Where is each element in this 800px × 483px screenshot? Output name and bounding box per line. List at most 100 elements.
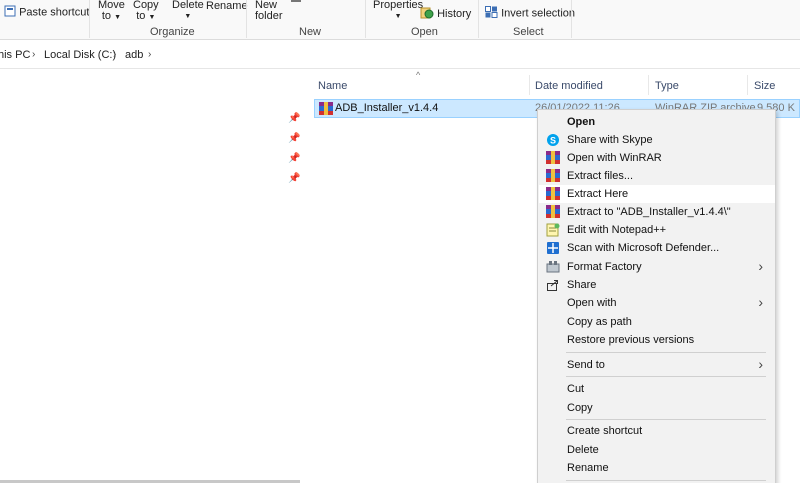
chevron-right-icon[interactable]: › — [32, 49, 35, 60]
menu-item-format-factory[interactable]: Format Factory › — [539, 258, 775, 276]
move-to-button[interactable]: Move to ▼ — [98, 0, 125, 23]
menu-item-label: Share with Skype — [567, 134, 653, 146]
delete-button[interactable]: Delete ▼ — [172, 0, 204, 22]
paste-shortcut-label: Paste shortcut — [19, 6, 90, 19]
breadcrumb-this-pc[interactable]: his PC — [0, 49, 30, 61]
winrar-icon — [546, 187, 560, 201]
menu-item-label: Extract files... — [567, 170, 634, 182]
rename-button[interactable]: Rename — [206, 0, 248, 12]
column-header-name[interactable]: Name — [318, 80, 347, 92]
menu-item-open-with-winrar[interactable]: Open with WinRAR — [539, 149, 775, 167]
menu-item-label: Edit with Notepad++ — [567, 224, 667, 236]
move-to-label-line2: to — [101, 10, 112, 22]
menu-item-label: Copy — [567, 402, 593, 414]
address-divider — [0, 68, 800, 69]
menu-separator — [566, 376, 766, 377]
menu-item-open[interactable]: Open — [539, 113, 775, 131]
column-divider[interactable] — [648, 75, 649, 95]
pin-icon[interactable]: 📌 — [288, 133, 300, 144]
chevron-right-icon: › — [758, 258, 763, 274]
column-divider[interactable] — [747, 75, 748, 95]
menu-separator — [566, 352, 766, 353]
share-icon — [546, 278, 560, 292]
menu-item-extract-to[interactable]: Extract to "ADB_Installer_v1.4.4\" — [539, 203, 775, 221]
column-header-type[interactable]: Type — [655, 80, 679, 92]
menu-item-edit-with-notepad-plus-plus[interactable]: Edit with Notepad++ — [539, 221, 775, 239]
chevron-down-icon: ▼ — [394, 13, 402, 20]
sort-ascending-icon: ^ — [416, 70, 421, 80]
menu-item-share-with-skype[interactable]: S Share with Skype — [539, 131, 775, 149]
menu-separator — [566, 419, 766, 420]
menu-item-label: Delete — [567, 444, 599, 456]
menu-item-open-with[interactable]: Open with › — [539, 294, 775, 312]
menu-item-rename[interactable]: Rename — [539, 459, 775, 477]
menu-item-create-shortcut[interactable]: Create shortcut — [539, 422, 775, 440]
delete-label: Delete — [172, 0, 204, 11]
menu-item-label: Extract to "ADB_Installer_v1.4.4\" — [567, 206, 731, 218]
ribbon-divider — [571, 0, 572, 38]
menu-item-extract-here[interactable]: Extract Here — [539, 185, 775, 203]
chevron-right-icon: › — [758, 356, 763, 372]
menu-item-scan-with-microsoft-defender[interactable]: Scan with Microsoft Defender... — [539, 239, 775, 257]
menu-item-copy-as-path[interactable]: Copy as path — [539, 313, 775, 331]
menu-item-label: Open with — [567, 297, 617, 309]
properties-label: Properties — [373, 0, 424, 11]
pin-icon[interactable]: 📌 — [288, 153, 300, 164]
winrar-icon — [546, 151, 560, 165]
winrar-icon — [546, 205, 560, 219]
menu-item-label: Create shortcut — [567, 425, 643, 437]
menu-item-label: Scan with Microsoft Defender... — [567, 242, 720, 254]
defender-icon — [546, 241, 560, 255]
menu-item-label: Rename — [567, 462, 609, 474]
copy-to-label-line2: to — [136, 10, 146, 22]
new-folder-button[interactable]: New folder — [255, 0, 283, 22]
pin-icon[interactable]: 📌 — [288, 113, 300, 124]
menu-item-label: Open — [567, 116, 596, 128]
invert-selection-label: Invert selection — [501, 7, 576, 20]
paste-shortcut-icon — [4, 5, 16, 20]
ribbon: Paste shortcut Move to ▼ Copy to ▼ Delet… — [0, 0, 800, 40]
menu-item-label: Restore previous versions — [567, 334, 695, 346]
menu-item-restore-previous-versions[interactable]: Restore previous versions — [539, 331, 775, 349]
menu-item-send-to[interactable]: Send to › — [539, 356, 775, 374]
ribbon-divider — [365, 0, 366, 38]
new-item-icon[interactable] — [291, 0, 301, 2]
menu-item-share[interactable]: Share — [539, 276, 775, 294]
breadcrumb-adb[interactable]: adb — [125, 49, 143, 61]
column-header-date-modified[interactable]: Date modified — [535, 80, 603, 92]
chevron-down-icon: ▼ — [184, 13, 192, 20]
menu-item-label: Share — [567, 279, 597, 291]
menu-item-extract-files[interactable]: Extract files... — [539, 167, 775, 185]
breadcrumb-local-disk[interactable]: Local Disk (C:) — [44, 49, 116, 61]
ribbon-divider — [246, 0, 247, 38]
column-divider[interactable] — [529, 75, 530, 95]
pin-icon[interactable]: 📌 — [288, 173, 300, 184]
group-label-organize: Organize — [150, 26, 195, 38]
group-label-select: Select — [513, 26, 544, 38]
chevron-right-icon[interactable]: › — [113, 49, 116, 60]
ribbon-divider — [478, 0, 479, 38]
paste-shortcut-button[interactable]: Paste shortcut — [4, 5, 89, 20]
column-header-size[interactable]: Size — [754, 80, 775, 92]
invert-selection-button[interactable]: Invert selection — [485, 6, 575, 21]
history-button[interactable]: History — [420, 6, 471, 22]
chevron-down-icon: ▼ — [148, 14, 156, 21]
skype-icon: S — [546, 133, 560, 147]
menu-item-cut[interactable]: Cut — [539, 380, 775, 398]
menu-item-label: Open with WinRAR — [567, 152, 662, 164]
menu-item-copy[interactable]: Copy — [539, 399, 775, 417]
menu-item-label: Cut — [567, 383, 585, 395]
svg-text:S: S — [550, 136, 556, 146]
menu-item-label: Format Factory — [567, 261, 642, 273]
properties-button[interactable]: Properties ▼ — [373, 0, 423, 22]
chevron-right-icon[interactable]: › — [148, 49, 151, 60]
copy-to-button[interactable]: Copy to ▼ — [133, 0, 159, 23]
context-menu: Open S Share with Skype Open with WinRAR… — [537, 109, 776, 483]
notepad-plus-plus-icon — [546, 223, 560, 237]
new-folder-label-line2: folder — [255, 10, 283, 22]
menu-item-delete[interactable]: Delete — [539, 441, 775, 459]
breadcrumb[interactable]: his PC › Local Disk (C:) › adb › — [0, 45, 800, 67]
chevron-down-icon: ▼ — [114, 14, 122, 21]
ribbon-divider — [89, 0, 90, 38]
menu-item-label: Send to — [567, 359, 605, 371]
